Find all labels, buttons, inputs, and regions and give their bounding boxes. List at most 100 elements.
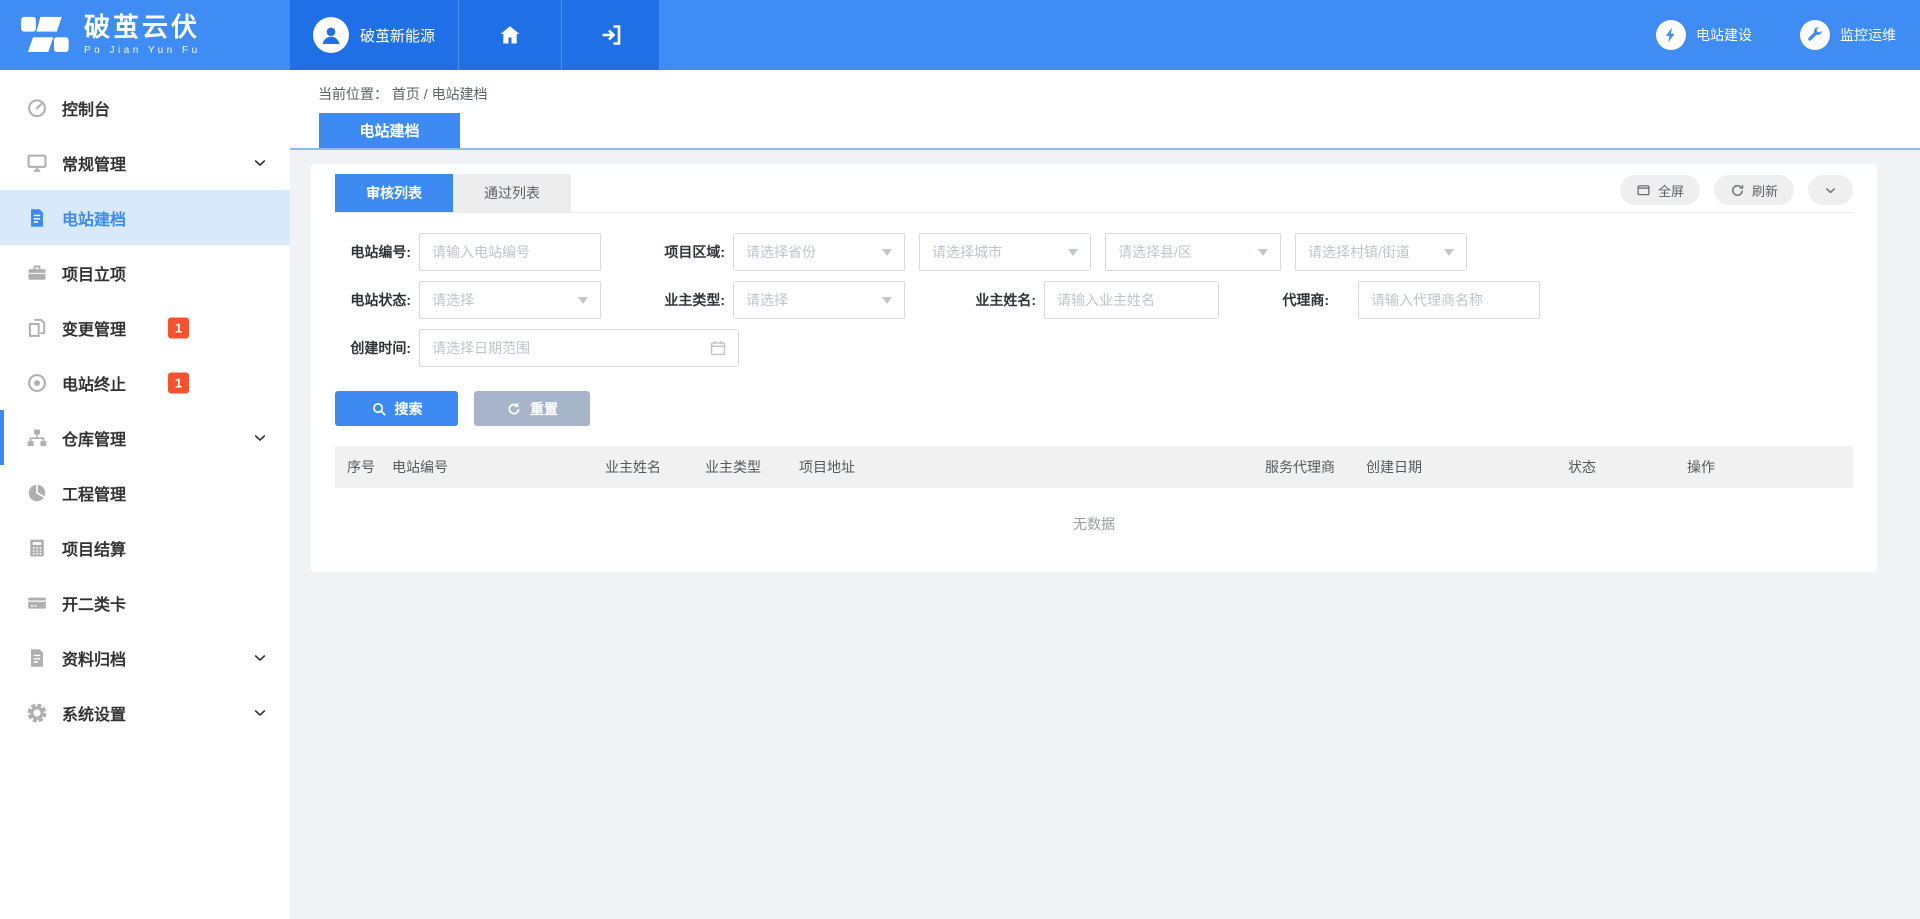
caret-down-icon <box>1444 249 1454 256</box>
tab-review-list[interactable]: 审核列表 <box>335 174 453 212</box>
sidebar-item-warehouse-mgmt[interactable]: 仓库管理 <box>0 410 290 465</box>
logo-icon <box>20 13 72 57</box>
breadcrumb: 当前位置： 首页 / 电站建档 <box>290 70 1920 104</box>
login-arrow-icon <box>599 23 623 47</box>
card-icon <box>26 592 48 614</box>
search-icon <box>371 401 387 417</box>
reset-button[interactable]: 重置 <box>474 391 590 426</box>
results-table: 序号 电站编号 业主姓名 业主类型 项目地址 服务代理商 创建日期 状态 操作 … <box>335 446 1853 546</box>
home-button[interactable] <box>459 0 562 70</box>
app-subtitle: Po Jian Yun Fu <box>84 46 201 56</box>
user-icon <box>319 23 343 47</box>
filter-form: 电站编号: 项目区域: 请选择省份 请选择城市 请选择县/区 请选择村镇/街道 <box>335 213 1853 426</box>
town-select[interactable]: 请选择村镇/街道 <box>1295 233 1467 271</box>
home-icon <box>498 23 522 47</box>
refresh-icon <box>1730 183 1745 198</box>
city-select[interactable]: 请选择城市 <box>919 233 1091 271</box>
date-range-input[interactable] <box>419 329 739 367</box>
fullscreen-button[interactable]: 全屏 <box>1620 175 1700 205</box>
logout-button[interactable] <box>562 0 660 70</box>
breadcrumb-home-link[interactable]: 首页 <box>392 86 420 102</box>
col-owner-name: 业主姓名 <box>593 446 693 488</box>
nav-monitoring-ops[interactable]: 监控运维 <box>1800 20 1896 50</box>
card-toolbar: 全屏 刷新 <box>1620 175 1853 211</box>
province-select[interactable]: 请选择省份 <box>733 233 905 271</box>
sidebar-item-general-mgmt[interactable]: 常规管理 <box>0 135 290 190</box>
sidebar-item-console[interactable]: 控制台 <box>0 80 290 135</box>
owner-type-select[interactable]: 请选择 <box>733 281 905 319</box>
refresh-button[interactable]: 刷新 <box>1714 175 1794 205</box>
nav-station-construction[interactable]: 电站建设 <box>1656 20 1752 50</box>
pie-chart-icon <box>26 482 48 504</box>
calculator-icon <box>26 537 48 559</box>
chevron-down-icon <box>252 430 268 446</box>
copy-icon <box>26 317 48 339</box>
col-actions: 操作 <box>1675 446 1853 488</box>
sidebar-item-change-mgmt[interactable]: 变更管理 1 <box>0 300 290 355</box>
filter-row-1: 电站编号: 项目区域: 请选择省份 请选择城市 请选择县/区 请选择村镇/街道 <box>335 233 1853 271</box>
sidebar-item-open-type2-card[interactable]: 开二类卡 <box>0 575 290 630</box>
caret-down-icon <box>1068 249 1078 256</box>
region-label: 项目区域: <box>649 242 725 262</box>
gear-icon <box>26 702 48 724</box>
owner-name-label: 业主姓名: <box>960 290 1036 310</box>
collapse-toolbar-button[interactable] <box>1808 175 1853 205</box>
sidebar-item-system-settings[interactable]: 系统设置 <box>0 685 290 740</box>
sidebar: 控制台 常规管理 电站建档 项目立项 变更管理 1 电站终止 1 <box>0 70 290 919</box>
card-header: 审核列表 通过列表 全屏 刷新 <box>335 174 1853 213</box>
col-station-code: 电站编号 <box>380 446 593 488</box>
station-status-select[interactable]: 请选择 <box>419 281 601 319</box>
sidebar-item-project-settlement[interactable]: 项目结算 <box>0 520 290 575</box>
account-menu[interactable]: 破茧新能源 <box>290 0 459 70</box>
user-name: 破茧新能源 <box>360 25 435 46</box>
top-header: 破茧云伏 Po Jian Yun Fu 破茧新能源 <box>0 0 1920 70</box>
main-content: 当前位置： 首页 / 电站建档 电站建档 审核列表 通过列表 全屏 刷新 <box>290 70 1920 919</box>
agent-label: 代理商: <box>1267 290 1329 310</box>
sitemap-icon <box>26 427 48 449</box>
avatar <box>313 17 349 53</box>
agent-input[interactable] <box>1358 281 1540 319</box>
sidebar-item-station-filing[interactable]: 电站建档 <box>0 190 290 245</box>
chevron-down-icon <box>252 650 268 666</box>
sidebar-item-station-termination[interactable]: 电站终止 1 <box>0 355 290 410</box>
owner-name-input[interactable] <box>1044 281 1219 319</box>
logo: 破茧云伏 Po Jian Yun Fu <box>0 0 290 70</box>
tab-passed-list[interactable]: 通过列表 <box>453 174 571 212</box>
col-status: 状态 <box>1556 446 1675 488</box>
col-owner-type: 业主类型 <box>693 446 787 488</box>
caret-down-icon <box>882 249 892 256</box>
station-status-label: 电站状态: <box>335 290 411 310</box>
briefcase-icon <box>26 262 48 284</box>
header-account-section: 破茧新能源 <box>290 0 660 70</box>
page-tab-station-filing[interactable]: 电站建档 <box>319 113 460 148</box>
list-tabs: 审核列表 通过列表 <box>335 174 571 212</box>
caret-down-icon <box>882 297 892 304</box>
chevron-down-icon <box>252 705 268 721</box>
owner-type-label: 业主类型: <box>649 290 725 310</box>
breadcrumb-prefix: 当前位置： <box>318 86 388 102</box>
sidebar-item-engineering-mgmt[interactable]: 工程管理 <box>0 465 290 520</box>
table-header-row: 序号 电站编号 业主姓名 业主类型 项目地址 服务代理商 创建日期 状态 操作 <box>335 446 1853 488</box>
fullscreen-icon <box>1636 183 1651 198</box>
app-title: 破茧云伏 <box>84 14 201 40</box>
search-button[interactable]: 搜索 <box>335 391 458 426</box>
col-service-agent: 服务代理商 <box>1253 446 1354 488</box>
filter-row-3: 创建时间: <box>335 329 1853 367</box>
monitor-icon <box>26 152 48 174</box>
gauge-icon <box>26 97 48 119</box>
reset-icon <box>506 401 522 417</box>
sidebar-item-data-archiving[interactable]: 资料归档 <box>0 630 290 685</box>
caret-down-icon <box>1258 249 1268 256</box>
lightning-icon <box>1656 20 1686 50</box>
wrench-icon <box>1800 20 1830 50</box>
empty-state: 无数据 <box>335 488 1853 546</box>
nav-construction-label: 电站建设 <box>1696 25 1752 45</box>
page-header-strip: 当前位置： 首页 / 电站建档 电站建档 <box>290 70 1920 150</box>
station-code-input[interactable] <box>419 233 601 271</box>
station-code-label: 电站编号: <box>335 242 411 262</box>
county-select[interactable]: 请选择县/区 <box>1105 233 1281 271</box>
sidebar-item-project-initiation[interactable]: 项目立项 <box>0 245 290 300</box>
nav-monitoring-label: 监控运维 <box>1840 25 1896 45</box>
target-icon <box>26 372 48 394</box>
caret-down-icon <box>578 297 588 304</box>
